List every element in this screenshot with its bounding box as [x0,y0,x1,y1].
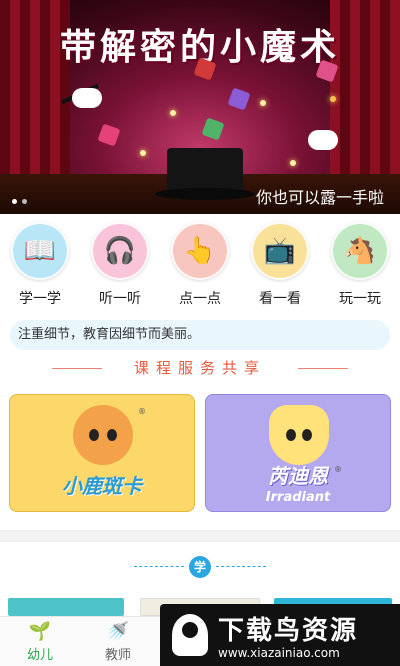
watermark-url: www.xiazainiao.com [218,646,340,660]
course-brand-sub: Irradiant [265,490,331,505]
learn-section-heading: 学 [0,556,400,578]
category-label: 看一看 [259,291,301,307]
coin [330,96,336,102]
category-label: 点一点 [179,291,221,307]
tv-play-icon: 📺 [251,222,309,280]
hat-brim [155,188,255,200]
category-label: 玩一玩 [339,291,381,307]
sparkle [260,100,266,106]
watermark-overlay: 下载鸟资源 www.xiazainiao.com [160,604,400,666]
section-heading: 课程服务共享 [0,356,400,380]
carousel-dot-2[interactable] [22,199,27,204]
deer-mascot-icon [73,405,133,465]
tab-label: 幼儿 [26,648,53,663]
mascot-eye [107,429,117,441]
mascot-eye [286,429,296,441]
course-brand: 芮迪恩 [268,464,328,488]
tab-kids[interactable]: 🌱 幼儿 [10,617,70,666]
motto-bar: 注重细节，教育因细节而美丽。 [10,320,390,350]
watering-can-icon: 🚿 [106,621,130,642]
category-item[interactable]: 📖 学一学 [5,222,75,314]
carousel-dot-1[interactable] [12,199,17,204]
magic-hat-icon [155,148,255,200]
hat-crown [167,148,243,192]
category-item[interactable]: 👆 点一点 [165,222,235,314]
glove-icon [72,88,102,108]
course-card-xiaolubanka[interactable]: ® 小鹿斑卡 [9,394,195,512]
heading-line-right [298,368,348,369]
tab-label: 教师 [104,648,131,663]
carousel-indicator [12,199,27,204]
gift-box-icon [97,123,121,147]
section-divider [0,530,400,542]
rocking-horse-icon: 🐴 [331,222,389,280]
watermark-logo-icon [172,614,208,656]
heading-line-left [52,368,102,369]
category-item[interactable]: 🐴 玩一玩 [325,222,395,314]
course-card-irradiant[interactable]: ® 芮迪恩 Irradiant [205,394,391,512]
headphones-icon: 🎧 [91,222,149,280]
category-menu: 📖 学一学 🎧 听一听 👆 点一点 📺 看一看 🐴 玩一玩 [0,222,400,314]
star-mascot-icon [269,405,329,465]
glove-icon [308,130,338,150]
course-brand: 小鹿斑卡 [62,474,142,498]
section-title: 课程服务共享 [133,359,266,377]
category-item[interactable]: 📺 看一看 [245,222,315,314]
learn-thumbnail[interactable] [8,598,124,616]
tab-teacher[interactable]: 🚿 教师 [88,617,148,666]
dashed-line-left [134,566,184,567]
gift-box-icon [227,87,251,111]
sparkle [140,150,146,156]
mascot-eye [89,429,99,441]
sprout-icon: 🌱 [28,621,52,642]
book-butterfly-icon: 📖 [11,222,69,280]
learn-badge: 学 [189,556,211,578]
banner-carousel[interactable]: 带解密的小魔术 你也可以露一手啦 [0,0,400,214]
tap-book-icon: 👆 [171,222,229,280]
sparkle [170,110,176,116]
sparkle [290,160,296,166]
category-item[interactable]: 🎧 听一听 [85,222,155,314]
watermark-title: 下载鸟资源 [218,616,359,646]
mascot-eye [302,429,312,441]
registered-mark: ® [138,407,146,416]
category-label: 学一学 [19,291,61,307]
banner-caption: 你也可以露一手啦 [255,188,384,207]
gift-box-icon [201,117,225,141]
category-label: 听一听 [99,291,141,307]
dashed-line-right [216,566,266,567]
